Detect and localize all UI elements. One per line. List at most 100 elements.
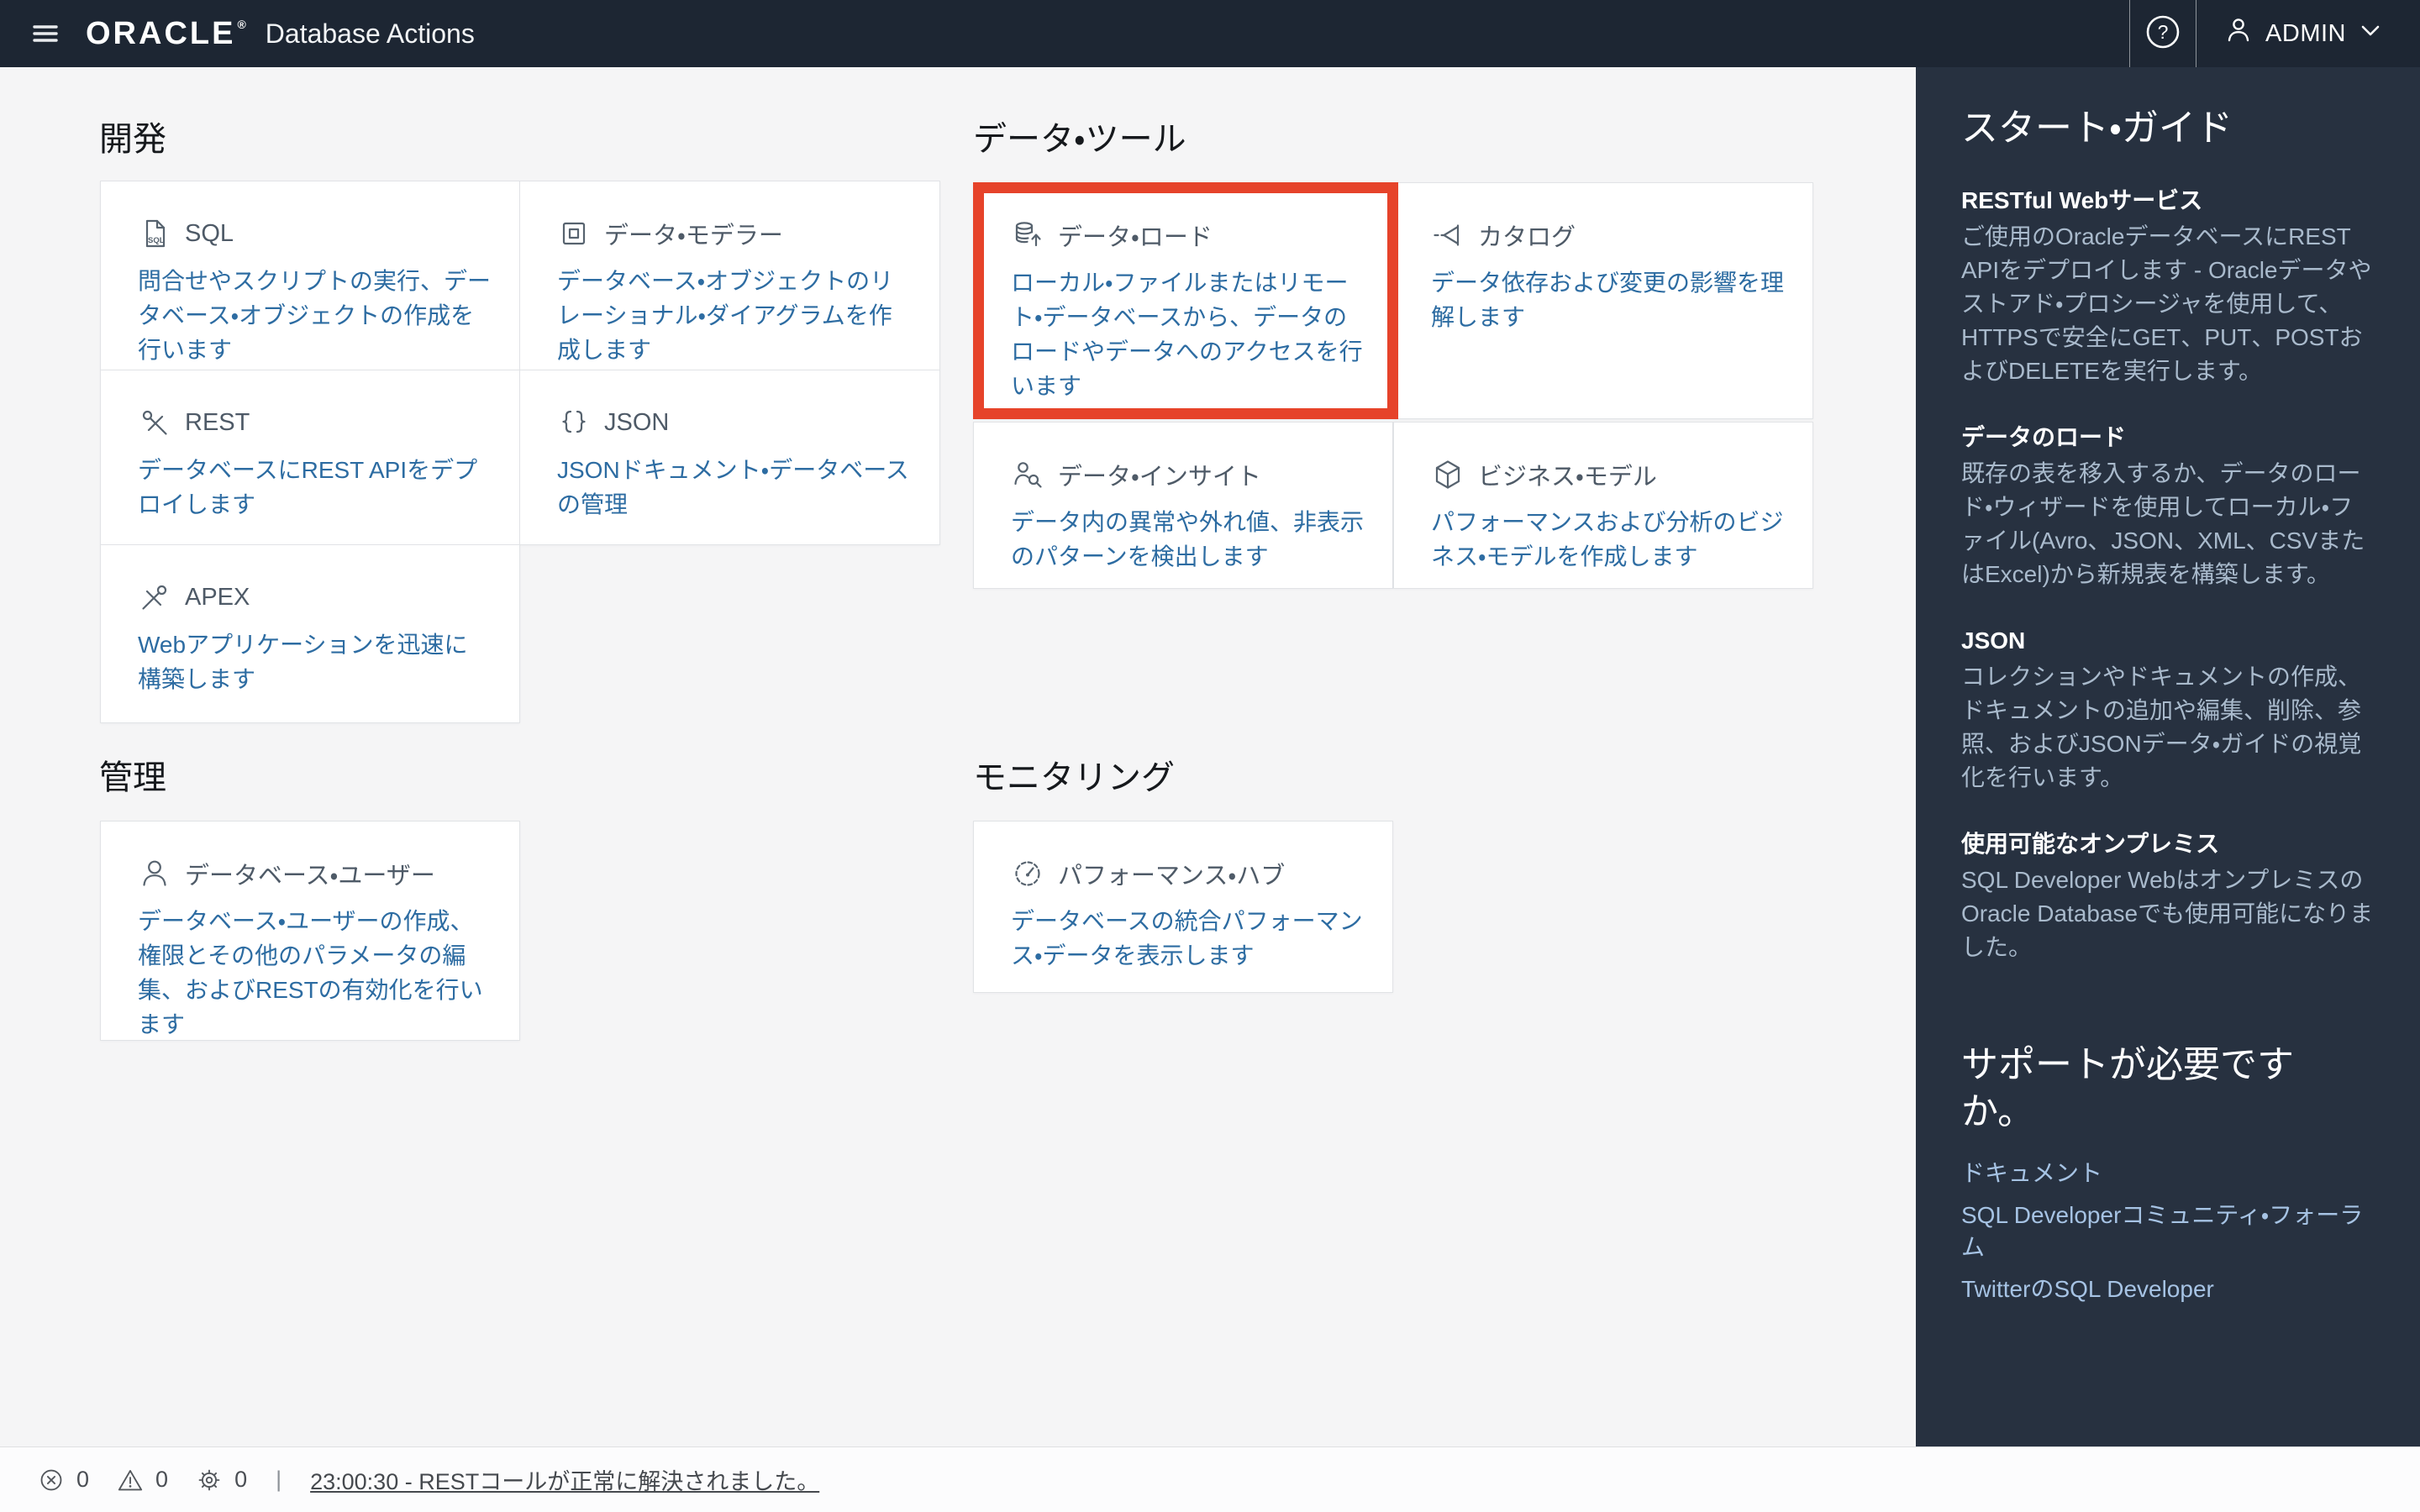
guide-body: SQL Developer WebはオンプレミスのOracle Database… — [1961, 864, 2375, 964]
card-label: データ・モデラー — [604, 216, 783, 251]
curly-braces-icon — [557, 406, 591, 439]
card-head: パフォーマンス・ハブ — [1011, 855, 1364, 892]
header-actions: ? ADMIN — [2129, 0, 2420, 67]
person-icon — [138, 857, 171, 890]
twitter-link[interactable]: TwitterのSQL Developer — [1961, 1273, 2375, 1305]
section-title-administration: 管理 — [99, 758, 166, 798]
database-upload-icon — [1011, 218, 1044, 252]
card-json[interactable]: JSON JSONドキュメント・データベースの管理 — [519, 370, 940, 545]
card-label: APEX — [185, 584, 250, 612]
card-catalog[interactable]: カタログ データ依存および変更の影響を理解します — [1393, 182, 1813, 419]
card-rest-description-link[interactable]: データベースにREST APIをデプロイします — [138, 453, 491, 522]
user-icon — [2223, 15, 2254, 52]
error-icon — [37, 1466, 66, 1494]
section-title-data-tools: データ・ツール — [973, 119, 1186, 160]
start-guide-title: スタート・ガイド — [1961, 106, 2375, 151]
card-apex-description-link[interactable]: Webアプリケーションを迅速に構築します — [138, 627, 491, 696]
status-message-link[interactable]: 23:00:30 - RESTコールが正常に解決されました。 — [310, 1463, 819, 1496]
oracle-logo-text: ORACLE — [86, 16, 235, 52]
guide-section-restful: RESTful Webサービス ご使用のOracleデータベースにREST AP… — [1961, 185, 2375, 388]
guide-heading: RESTful Webサービス — [1961, 185, 2375, 217]
card-label: パフォーマンス・ハブ — [1058, 856, 1285, 891]
card-label: データ・インサイト — [1058, 457, 1261, 492]
support-title: サポートが必要ですか。 — [1961, 1042, 2323, 1136]
status-bar: 0 0 0 | 23:00:30 - RESTコールが正常に解決されました。 — [0, 1446, 2420, 1512]
documentation-link[interactable]: ドキュメント — [1961, 1158, 2375, 1189]
card-database-users-description-link[interactable]: データベース・ユーザーの作成、権限とその他のパラメータの編集、およびRESTの有… — [138, 904, 491, 1042]
guide-heading: 使用可能なオンプレミス — [1961, 828, 2375, 860]
community-forum-link[interactable]: SQL Developerコミュニティ・フォーラム — [1961, 1200, 2375, 1263]
card-head: データ・インサイト — [1011, 456, 1364, 493]
registered-mark: ® — [237, 18, 248, 31]
process-count: 0 — [234, 1467, 247, 1493]
guide-body: ご使用のOracleデータベースにREST APIをデプロイします - Orac… — [1961, 220, 2375, 388]
data-modeler-icon — [557, 217, 591, 250]
guide-section-json: JSON コレクションやドキュメントの作成、ドキュメントの追加や編集、削除、参照… — [1961, 625, 2375, 795]
card-head: JSON — [557, 404, 911, 441]
database-actions-launchpad: ORACLE® Database Actions ? — [0, 0, 2420, 1512]
guide-body: コレクションやドキュメントの作成、ドキュメントの追加や編集、削除、参照、およびJ… — [1961, 660, 2375, 795]
status-divider: | — [276, 1467, 281, 1493]
oracle-logo: ORACLE® — [86, 16, 249, 52]
card-catalog-description-link[interactable]: データ依存および変更の影響を理解します — [1431, 265, 1784, 334]
gauge-icon — [1011, 857, 1044, 890]
card-business-model-description-link[interactable]: パフォーマンスおよび分析のビジネス・モデルを作成します — [1431, 505, 1784, 574]
card-business-model[interactable]: ビジネス・モデル パフォーマンスおよび分析のビジネス・モデルを作成します — [1393, 422, 1813, 589]
sql-file-icon: SQL — [138, 217, 171, 250]
error-count: 0 — [76, 1467, 89, 1493]
app-title: Database Actions — [266, 18, 475, 50]
card-label: JSON — [604, 409, 669, 437]
card-sql-description-link[interactable]: 問合せやスクリプトの実行、データベース・オブジェクトの作成を行います — [138, 264, 491, 367]
card-data-insights-description-link[interactable]: データ内の異常や外れ値、非表示のパターンを検出します — [1011, 505, 1364, 574]
person-search-icon — [1011, 458, 1044, 491]
guide-heading: データのロード — [1961, 422, 2375, 454]
catalog-impact-icon — [1431, 218, 1465, 252]
card-head: SQL SQL — [138, 215, 491, 252]
card-performance-hub[interactable]: パフォーマンス・ハブ データベースの統合パフォーマンス・データを表示します — [973, 821, 1393, 993]
chevron-down-icon — [2358, 18, 2383, 50]
start-guide-panel: スタート・ガイド RESTful Webサービス ご使用のOracleデータベー… — [1916, 67, 2420, 1446]
card-rest[interactable]: REST データベースにREST APIをデプロイします — [100, 370, 520, 545]
card-label: データ・ロード — [1058, 218, 1213, 253]
card-label: ビジネス・モデル — [1478, 457, 1657, 492]
guide-body: 既存の表を移入するか、データのロード・ウィザードを使用してローカル・ファイル(A… — [1961, 457, 2375, 591]
svg-text:SQL: SQL — [148, 236, 165, 245]
card-apex[interactable]: APEX Webアプリケーションを迅速に構築します — [100, 544, 520, 723]
card-sql[interactable]: SQL SQL 問合せやスクリプトの実行、データベース・オブジェクトの作成を行い… — [100, 181, 520, 370]
card-label: カタログ — [1478, 218, 1576, 253]
guide-section-on-premises: 使用可能なオンプレミス SQL Developer WebはオンプレミスのOra… — [1961, 828, 2375, 964]
card-head: カタログ — [1431, 217, 1784, 254]
error-counter[interactable]: 0 — [37, 1466, 89, 1494]
section-title-monitoring: モニタリング — [973, 758, 1175, 798]
card-data-load-description-link[interactable]: ローカル・ファイルまたはリモート・データベースから、データのロードやデータへのア… — [1011, 265, 1369, 403]
help-button[interactable]: ? — [2129, 0, 2196, 67]
card-data-insights[interactable]: データ・インサイト データ内の異常や外れ値、非表示のパターンを検出します — [973, 422, 1393, 589]
warning-icon — [116, 1466, 145, 1494]
card-head: データ・モデラー — [557, 215, 911, 252]
card-head: データベース・ユーザー — [138, 855, 491, 892]
warning-count: 0 — [155, 1467, 168, 1493]
card-database-users[interactable]: データベース・ユーザー データベース・ユーザーの作成、権限とその他のパラメータの… — [100, 821, 520, 1041]
card-json-description-link[interactable]: JSONドキュメント・データベースの管理 — [557, 453, 911, 522]
top-bar: ORACLE® Database Actions ? — [0, 0, 2420, 67]
user-menu[interactable]: ADMIN — [2196, 15, 2420, 52]
card-head: APEX — [138, 579, 491, 616]
warning-counter[interactable]: 0 — [116, 1466, 168, 1494]
guide-heading: JSON — [1961, 625, 2375, 657]
cube-icon — [1431, 458, 1465, 491]
wrench-tools-icon — [138, 406, 171, 439]
svg-text:?: ? — [2158, 21, 2169, 43]
menu-icon[interactable] — [20, 0, 71, 67]
card-performance-hub-description-link[interactable]: データベースの統合パフォーマンス・データを表示します — [1011, 904, 1364, 973]
card-head: データ・ロード — [1011, 217, 1369, 254]
card-data-modeler-description-link[interactable]: データベース・オブジェクトのリレーショナル・ダイアグラムを作成します — [557, 264, 911, 367]
guide-section-data-load: データのロード 既存の表を移入するか、データのロード・ウィザードを使用してローカ… — [1961, 422, 2375, 591]
card-data-modeler[interactable]: データ・モデラー データベース・オブジェクトのリレーショナル・ダイアグラムを作成… — [519, 181, 940, 370]
card-label: REST — [185, 409, 250, 437]
gear-icon — [195, 1466, 224, 1494]
section-title-development: 開発 — [99, 119, 166, 160]
card-label: データベース・ユーザー — [185, 856, 435, 891]
card-data-load[interactable]: データ・ロード ローカル・ファイルまたはリモート・データベースから、データのロー… — [973, 182, 1398, 419]
user-label: ADMIN — [2265, 20, 2346, 48]
process-counter[interactable]: 0 — [195, 1466, 247, 1494]
